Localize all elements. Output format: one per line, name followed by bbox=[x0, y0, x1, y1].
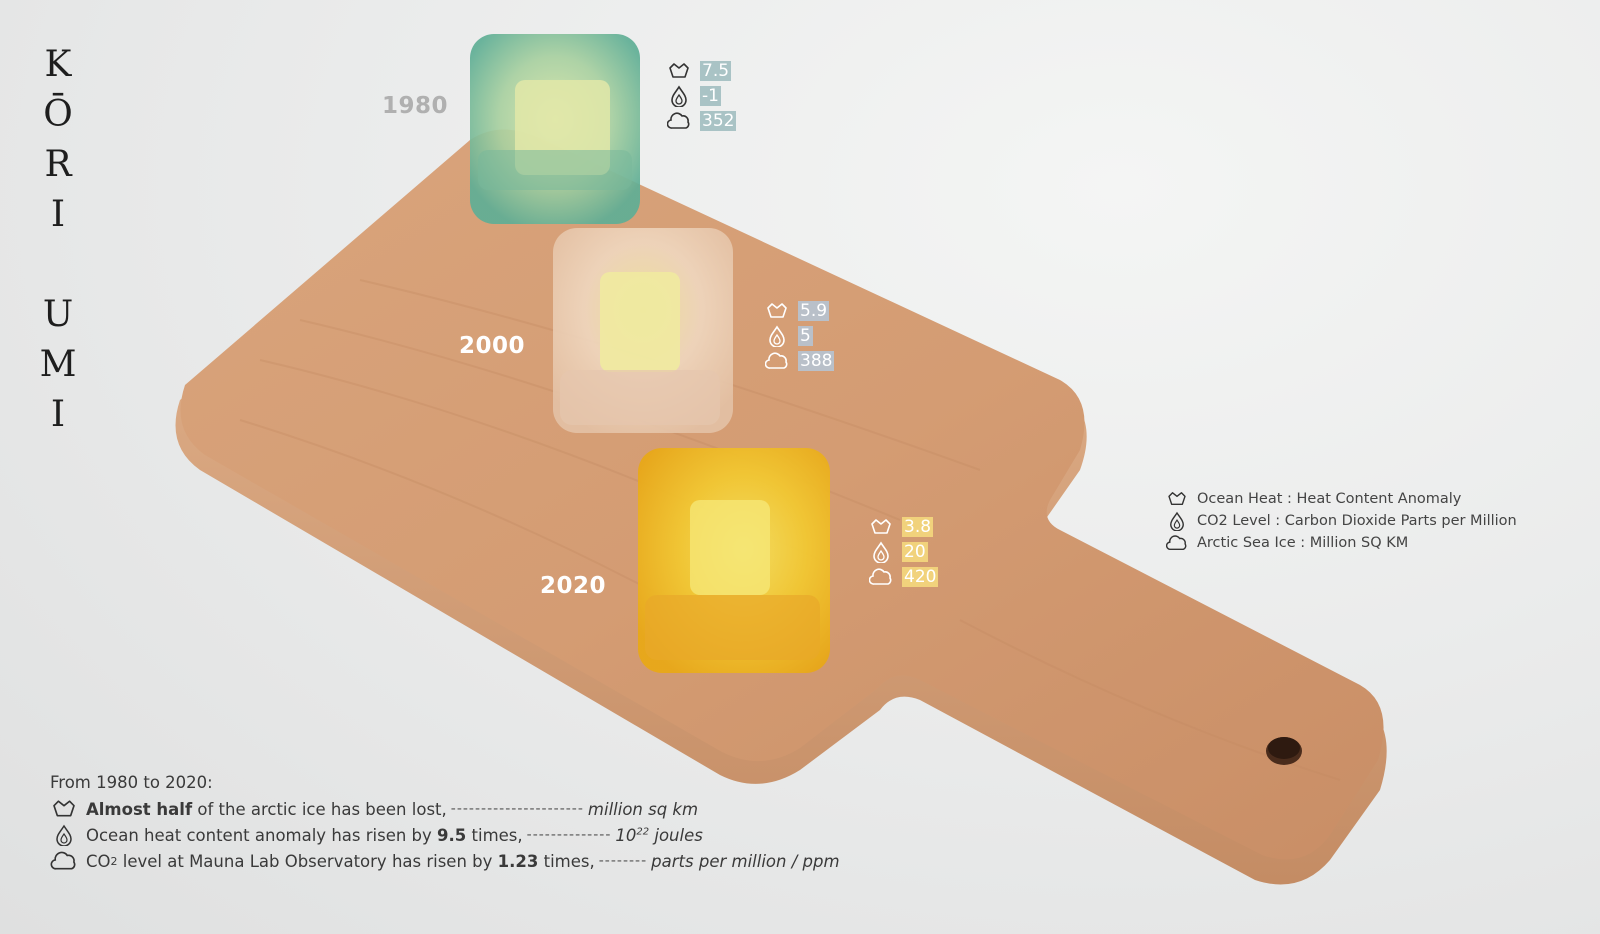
unit-rest: joules bbox=[654, 825, 703, 845]
metric-row-co2: -1 bbox=[666, 83, 736, 108]
summary-dashes: -------- bbox=[598, 853, 648, 869]
legend-separator: : bbox=[1282, 491, 1297, 507]
water-drop-icon bbox=[1166, 511, 1188, 531]
title-letter: I bbox=[50, 194, 66, 235]
legend-row-arctic-ice: Arctic Sea Ice : Million SQ KM bbox=[1166, 532, 1517, 554]
ice-crown-icon bbox=[50, 798, 78, 820]
ocean-heat-value: 7.5 bbox=[700, 60, 732, 81]
vertical-title: K Ō R I U M I bbox=[36, 40, 80, 440]
title-letter bbox=[36, 240, 80, 290]
co2-value: -1 bbox=[700, 85, 721, 106]
summary-dashes: -------------- bbox=[526, 827, 612, 843]
water-drop-icon bbox=[666, 85, 692, 107]
summary-text: times, bbox=[543, 851, 595, 871]
ocean-heat-value: 3.8 bbox=[902, 516, 934, 537]
summary-bold: 1.23 bbox=[497, 851, 539, 871]
summary-intro: From 1980 to 2020: bbox=[50, 773, 213, 792]
metrics-1980: 7.5 -1 352 bbox=[666, 58, 737, 133]
title-letter: R bbox=[44, 144, 72, 185]
water-drop-icon bbox=[764, 325, 790, 347]
summary: From 1980 to 2020: Almost half of the ar… bbox=[50, 770, 840, 874]
cloud-icon bbox=[764, 350, 790, 372]
title-letter: K bbox=[44, 44, 72, 85]
metric-row-arctic-ice: 388 bbox=[764, 348, 835, 373]
summary-bold: Almost half bbox=[86, 799, 193, 819]
water-drop-icon bbox=[868, 541, 894, 563]
co2-value: 5 bbox=[798, 325, 813, 346]
summary-text: times, bbox=[471, 825, 523, 845]
metric-row-ocean-heat: 5.9 bbox=[764, 298, 834, 323]
arctic-ice-value: 352 bbox=[700, 110, 737, 131]
summary-text: CO bbox=[86, 851, 111, 871]
co2-value: 20 bbox=[902, 541, 928, 562]
summary-text: level at Mauna Lab Observatory has risen… bbox=[122, 851, 493, 871]
metric-row-co2: 5 bbox=[764, 323, 834, 348]
arctic-ice-value: 420 bbox=[902, 566, 939, 587]
title-letter: Ō bbox=[43, 94, 73, 135]
year-label-2000: 2000 bbox=[459, 333, 526, 359]
summary-line-ocean-heat: Ocean heat content anomaly has risen by … bbox=[50, 822, 840, 848]
metrics-2020: 3.8 20 420 bbox=[868, 514, 939, 589]
ice-crown-icon bbox=[764, 300, 790, 322]
legend-desc: Carbon Dioxide Parts per Million bbox=[1284, 513, 1517, 529]
water-drop-icon bbox=[50, 824, 78, 846]
cube-2000 bbox=[553, 228, 733, 433]
metric-row-co2: 20 bbox=[868, 539, 938, 564]
legend-separator: : bbox=[1295, 535, 1310, 551]
cube-1980 bbox=[470, 34, 640, 224]
legend-desc: Heat Content Anomaly bbox=[1296, 491, 1462, 507]
metrics-2000: 5.9 5 388 bbox=[764, 298, 835, 373]
title-letter: U bbox=[42, 294, 74, 335]
summary-bold: 9.5 bbox=[437, 825, 467, 845]
summary-line-co2: CO 2 level at Mauna Lab Observatory has r… bbox=[50, 848, 840, 874]
summary-text: Ocean heat content anomaly has risen by bbox=[86, 825, 432, 845]
summary-unit: 1022 joules bbox=[615, 826, 702, 845]
legend-separator: : bbox=[1270, 513, 1285, 529]
legend-row-co2: CO2 Level : Carbon Dioxide Parts per Mil… bbox=[1166, 510, 1517, 532]
summary-subscript: 2 bbox=[110, 854, 118, 868]
cloud-icon bbox=[1166, 533, 1188, 553]
summary-unit: million sq km bbox=[587, 799, 699, 819]
metric-row-arctic-ice: 420 bbox=[868, 564, 939, 589]
title-letter: M bbox=[39, 344, 77, 385]
cloud-icon bbox=[50, 850, 78, 872]
ice-crown-icon bbox=[666, 60, 692, 82]
cloud-icon bbox=[666, 110, 692, 132]
summary-line-ice: Almost half of the arctic ice has been l… bbox=[50, 796, 840, 822]
ice-crown-icon bbox=[868, 516, 894, 538]
legend-label: Arctic Sea Ice bbox=[1197, 535, 1296, 551]
ice-crown-icon bbox=[1166, 489, 1188, 509]
legend-row-ocean-heat: Ocean Heat : Heat Content Anomaly bbox=[1166, 488, 1517, 510]
arctic-ice-value: 388 bbox=[798, 350, 835, 371]
legend-label: CO2 Level bbox=[1197, 513, 1271, 529]
title-letter: I bbox=[50, 394, 66, 435]
metric-row-ocean-heat: 7.5 bbox=[666, 58, 736, 83]
ocean-heat-value: 5.9 bbox=[798, 300, 830, 321]
legend-label: Ocean Heat bbox=[1197, 491, 1283, 507]
metric-row-arctic-ice: 352 bbox=[666, 108, 737, 133]
legend: Ocean Heat : Heat Content Anomaly CO2 Le… bbox=[1166, 488, 1517, 554]
summary-unit: parts per million / ppm bbox=[651, 851, 840, 871]
metric-row-ocean-heat: 3.8 bbox=[868, 514, 938, 539]
cube-2020 bbox=[638, 448, 830, 673]
legend-desc: Million SQ KM bbox=[1309, 535, 1409, 551]
summary-text: of the arctic ice has been lost, bbox=[197, 799, 447, 819]
year-label-2020: 2020 bbox=[540, 573, 607, 599]
year-label-1980: 1980 bbox=[382, 93, 449, 119]
cloud-icon bbox=[868, 566, 894, 588]
unit-exponent: 22 bbox=[636, 826, 650, 837]
summary-dashes: ---------------------- bbox=[450, 801, 584, 817]
unit-base: 10 bbox=[615, 825, 637, 845]
